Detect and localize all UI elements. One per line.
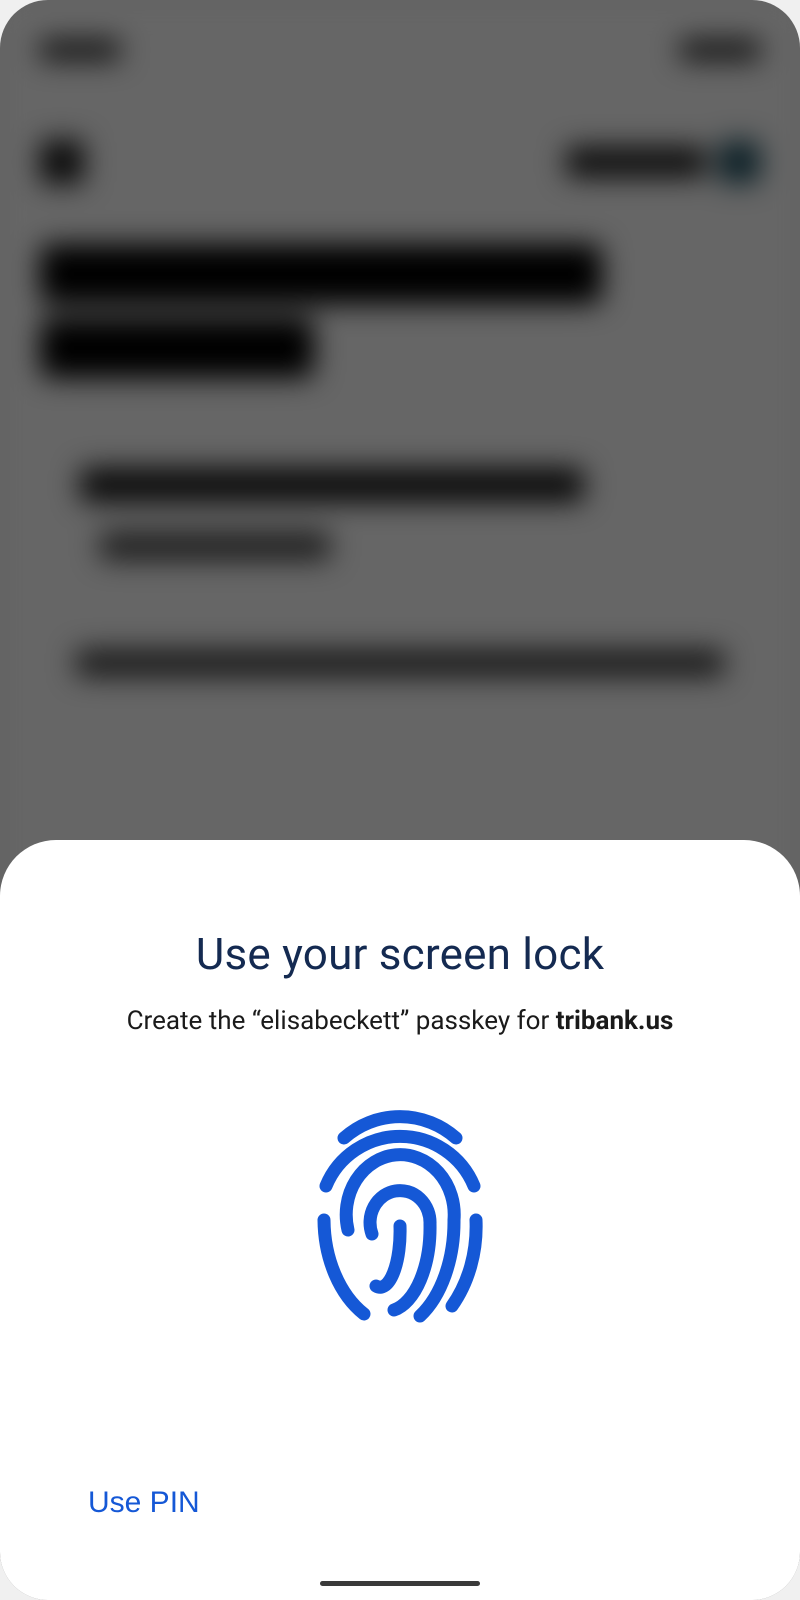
sheet-footer: Use PIN (84, 1478, 204, 1528)
sheet-title: Use your screen lock (196, 928, 604, 980)
subtitle-prefix: Create the “ (127, 1006, 261, 1036)
subtitle-mid: ” passkey for (400, 1006, 556, 1036)
subtitle-username: elisabeckett (260, 1006, 400, 1036)
fingerprint-sensor-area[interactable] (300, 1110, 500, 1478)
phone-screen: Use your screen lock Create the “elisabe… (0, 0, 800, 1600)
home-indicator[interactable] (320, 1581, 480, 1586)
use-pin-button[interactable]: Use PIN (84, 1478, 204, 1528)
sheet-subtitle: Create the “elisabeckett” passkey for tr… (127, 1006, 674, 1036)
subtitle-domain: tribank.us (556, 1006, 674, 1036)
screen-lock-bottom-sheet: Use your screen lock Create the “elisabe… (0, 840, 800, 1600)
fingerprint-icon (300, 1110, 500, 1330)
